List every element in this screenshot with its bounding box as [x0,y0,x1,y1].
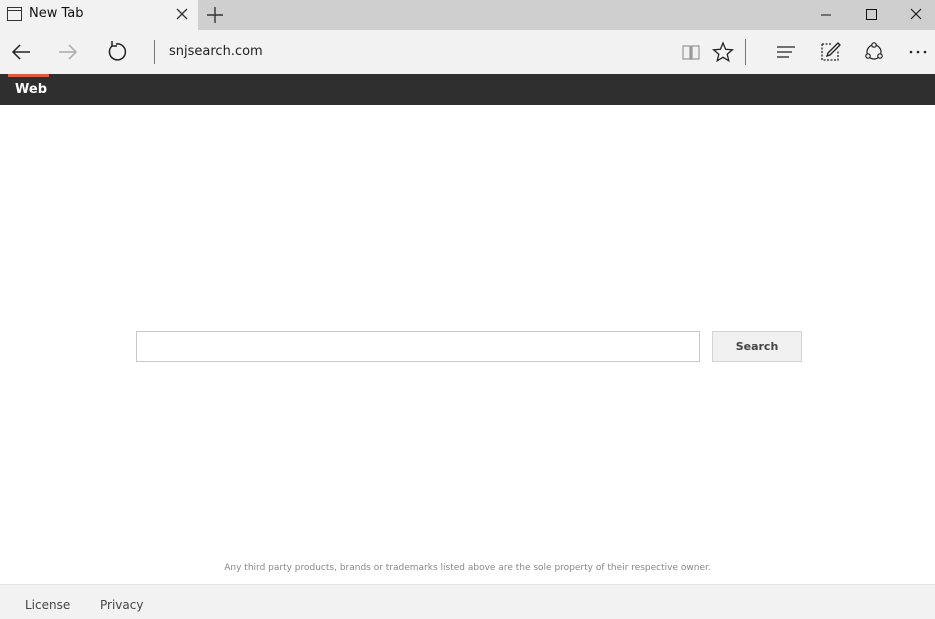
active-tab-indicator [8,74,49,77]
address-bar[interactable]: snjsearch.com [154,40,654,64]
more-icon[interactable] [903,37,933,67]
minimize-icon[interactable] [802,0,848,30]
site-nav-bar: Web [0,74,935,105]
favorite-star-icon[interactable] [708,37,738,67]
reading-view-icon[interactable] [676,37,706,67]
new-tab-plus-icon[interactable] [204,4,226,26]
close-icon[interactable] [893,0,935,30]
tab-close-icon[interactable] [172,4,192,24]
privacy-link[interactable]: Privacy [100,598,143,612]
browser-tab[interactable]: New Tab [0,0,198,30]
search-button[interactable]: Search [712,331,802,362]
maximize-icon[interactable] [848,0,894,30]
refresh-icon[interactable] [101,37,131,67]
disclaimer-text: Any third party products, brands or trad… [224,563,711,573]
page-footer: License Privacy [0,584,935,619]
web-note-icon[interactable] [815,37,845,67]
address-text: snjsearch.com [169,44,263,59]
back-icon[interactable] [6,37,36,67]
navigation-bar: snjsearch.com [0,30,935,74]
license-link[interactable]: License [25,598,70,612]
share-icon[interactable] [859,37,889,67]
tab-strip: New Tab [0,0,935,30]
tab-web[interactable]: Web [15,82,47,97]
hub-icon[interactable] [771,37,801,67]
toolbar-separator [745,39,746,65]
page-icon [7,7,22,21]
tab-title: New Tab [29,6,84,21]
forward-icon[interactable] [53,37,83,67]
search-input[interactable] [136,331,700,362]
